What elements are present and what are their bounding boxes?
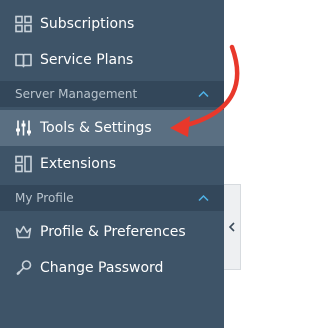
sidebar-item-label: Extensions — [40, 156, 117, 172]
key-icon — [15, 260, 32, 277]
sidebar-item-extensions[interactable]: Extensions — [0, 146, 224, 182]
section-title: My Profile — [15, 191, 74, 205]
section-title: Server Management — [15, 87, 138, 101]
sidebar-item-service-plans[interactable]: Service Plans — [0, 42, 224, 78]
book-icon — [15, 52, 32, 69]
sidebar-item-label: Service Plans — [40, 52, 134, 68]
chevron-up-icon — [198, 194, 209, 202]
subscriptions-icon — [15, 15, 32, 33]
sidebar-item-label: Tools & Settings — [40, 120, 152, 136]
section-header-server-management[interactable]: Server Management — [0, 81, 224, 107]
sidebar-item-tools-settings[interactable]: Tools & Settings — [0, 110, 224, 146]
sidebar-item-label: Profile & Preferences — [40, 224, 186, 240]
extensions-icon — [15, 155, 32, 173]
sidebar-item-profile-preferences[interactable]: Profile & Preferences — [0, 214, 224, 250]
sidebar-item-change-password[interactable]: Change Password — [0, 250, 224, 286]
tools-settings-icon — [15, 120, 32, 137]
sidebar-item-label: Subscriptions — [40, 16, 135, 32]
chevron-up-icon — [198, 90, 209, 98]
collapse-sidebar-button[interactable] — [224, 184, 241, 270]
sidebar-item-subscriptions[interactable]: Subscriptions — [0, 6, 224, 42]
chevron-left-icon — [229, 222, 235, 232]
section-header-my-profile[interactable]: My Profile — [0, 185, 224, 211]
sidebar-item-label: Change Password — [40, 260, 164, 276]
crown-icon — [15, 224, 32, 241]
sidebar-nav: Subscriptions Service Plans Server Manag… — [0, 0, 224, 328]
